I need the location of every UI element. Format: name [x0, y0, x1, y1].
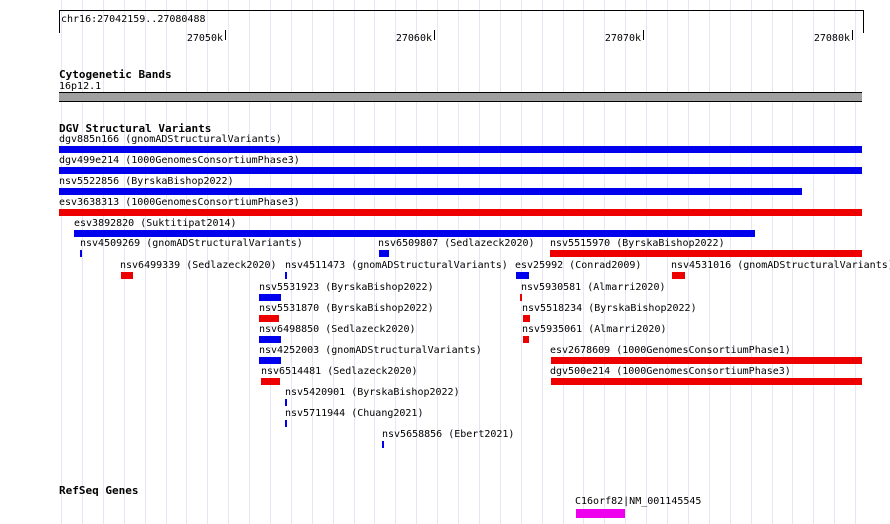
- dgv-feature-label: nsv5522856 (ByrskaBishop2022): [59, 176, 234, 187]
- cytoband-track-title: Cytogenetic Bands: [59, 68, 172, 81]
- grid-line: [646, 0, 647, 524]
- dgv-feature-label: dgv885n166 (gnomADStructuralVariants): [59, 134, 282, 145]
- gene-bar[interactable]: [576, 509, 625, 518]
- genome-browser-view[interactable]: chr16:27042159..27080488 27050k 27060k 270…: [0, 0, 890, 524]
- dgv-feature-bar[interactable]: [74, 230, 755, 237]
- dgv-feature-bar[interactable]: [520, 294, 522, 301]
- refseq-track-title: RefSeq Genes: [59, 484, 139, 497]
- dgv-feature-bar[interactable]: [516, 272, 529, 279]
- locus-label: chr16:27042159..27080488: [61, 14, 206, 25]
- dgv-feature-bar[interactable]: [379, 250, 389, 257]
- dgv-feature-label: dgv500e214 (1000GenomesConsortiumPhase3): [550, 366, 791, 377]
- dgv-feature-bar[interactable]: [523, 336, 529, 343]
- dgv-feature-bar[interactable]: [59, 209, 862, 216]
- dgv-feature-label: nsv4511473 (gnomADStructuralVariants): [285, 260, 508, 271]
- ruler-tick: [643, 30, 644, 40]
- dgv-feature-bar[interactable]: [259, 315, 279, 322]
- dgv-feature-bar[interactable]: [59, 167, 862, 174]
- dgv-feature-bar[interactable]: [121, 272, 133, 279]
- dgv-feature-label: nsv5531923 (ByrskaBishop2022): [259, 282, 434, 293]
- dgv-feature-label: nsv5658856 (Ebert2021): [382, 429, 515, 440]
- dgv-feature-label: nsv5930581 (Almarri2020): [521, 282, 666, 293]
- dgv-feature-label: nsv5518234 (ByrskaBishop2022): [522, 303, 697, 314]
- dgv-feature-bar[interactable]: [523, 315, 530, 322]
- dgv-feature-label: esv25992 (Conrad2009): [515, 260, 642, 271]
- dgv-feature-label: nsv4252003 (gnomADStructuralVariants): [259, 345, 482, 356]
- ruler-tick: [434, 30, 435, 40]
- dgv-feature-label: nsv5935061 (Almarri2020): [522, 324, 667, 335]
- dgv-feature-bar[interactable]: [382, 441, 384, 448]
- ruler-tick: [852, 30, 853, 40]
- dgv-feature-label: nsv4509269 (gnomADStructuralVariants): [80, 238, 303, 249]
- dgv-feature-label: nsv4531016 (gnomADStructuralVariants): [671, 260, 890, 271]
- dgv-feature-label: nsv6514481 (Sedlazeck2020): [261, 366, 418, 377]
- ruler-tick: [225, 30, 226, 40]
- ruler-tick-label: 27070k: [604, 33, 641, 44]
- ruler-tick-label: 27080k: [813, 33, 850, 44]
- dgv-feature-bar[interactable]: [285, 420, 287, 427]
- dgv-feature-bar[interactable]: [672, 272, 685, 279]
- gene-label: C16orf82|NM_001145545: [575, 496, 702, 507]
- dgv-feature-bar[interactable]: [259, 294, 281, 301]
- ruler-tick-label: 27060k: [395, 33, 432, 44]
- dgv-feature-bar[interactable]: [59, 146, 862, 153]
- dgv-feature-bar[interactable]: [261, 378, 280, 385]
- cytoband-bar[interactable]: [59, 92, 862, 102]
- dgv-feature-label: nsv6498850 (Sedlazeck2020): [259, 324, 416, 335]
- dgv-feature-label: nsv6509807 (Sedlazeck2020): [378, 238, 535, 249]
- dgv-feature-bar[interactable]: [550, 250, 862, 257]
- dgv-feature-label: nsv6499339 (Sedlazeck2020): [120, 260, 277, 271]
- dgv-feature-label: esv3638313 (1000GenomesConsortiumPhase3): [59, 197, 300, 208]
- dgv-feature-label: nsv5711944 (Chuang2021): [285, 408, 424, 419]
- grid-line: [667, 0, 668, 524]
- dgv-feature-label: esv3892820 (Suktitipat2014): [74, 218, 237, 229]
- dgv-feature-bar[interactable]: [80, 250, 82, 257]
- dgv-feature-label: esv2678609 (1000GenomesConsortiumPhase1): [550, 345, 791, 356]
- dgv-feature-bar[interactable]: [285, 399, 287, 406]
- dgv-feature-bar[interactable]: [551, 378, 862, 385]
- dgv-feature-label: dgv499e214 (1000GenomesConsortiumPhase3): [59, 155, 300, 166]
- dgv-feature-bar[interactable]: [285, 272, 287, 279]
- dgv-feature-label: nsv5531870 (ByrskaBishop2022): [259, 303, 434, 314]
- dgv-feature-bar[interactable]: [259, 336, 281, 343]
- dgv-feature-bar[interactable]: [259, 357, 281, 364]
- cytoband-label: 16p12.1: [59, 81, 102, 92]
- dgv-feature-bar[interactable]: [59, 188, 802, 195]
- dgv-feature-label: nsv5420901 (ByrskaBishop2022): [285, 387, 460, 398]
- ruler-tick-label: 27050k: [186, 33, 223, 44]
- dgv-feature-label: nsv5515970 (ByrskaBishop2022): [550, 238, 725, 249]
- dgv-feature-bar[interactable]: [551, 357, 862, 364]
